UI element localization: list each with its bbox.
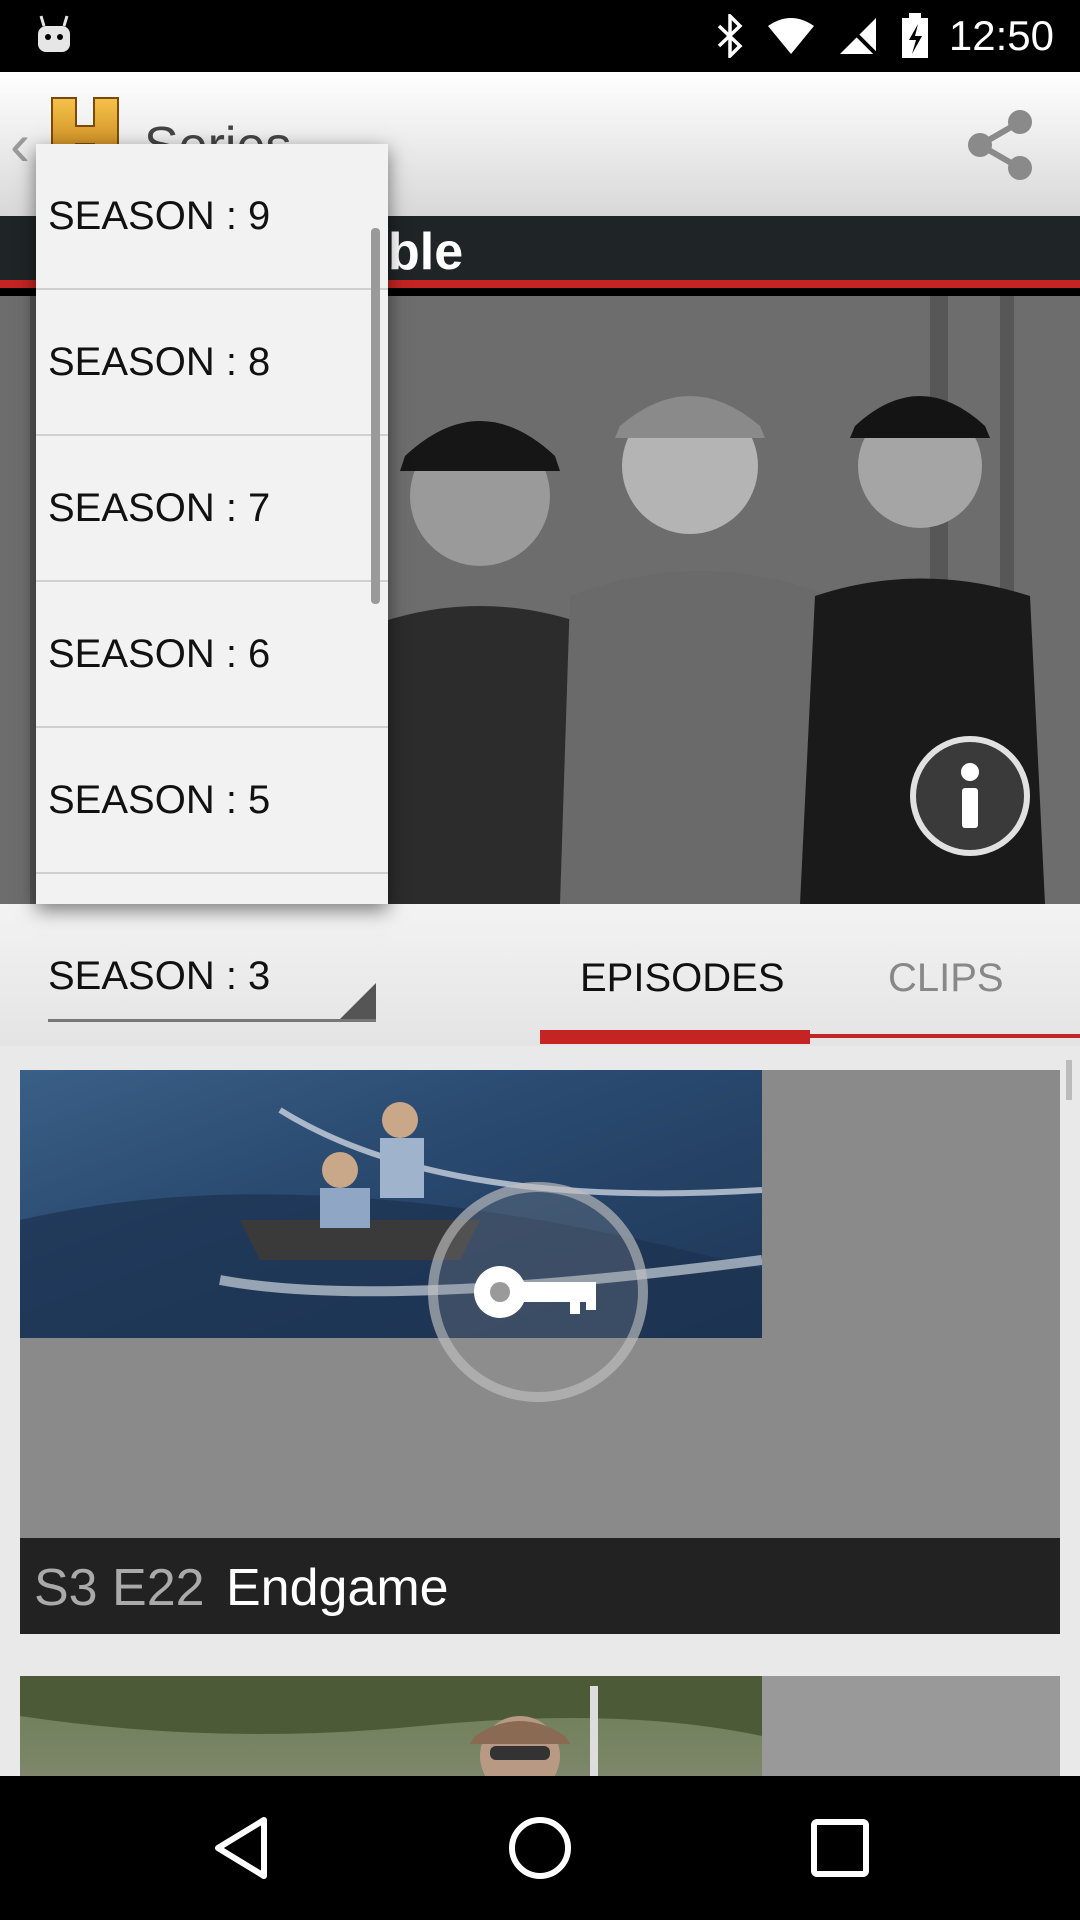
- season-dropdown[interactable]: SEASON : 9 SEASON : 8 SEASON : 7 SEASON …: [36, 144, 388, 904]
- tab-clips[interactable]: CLIPS: [888, 956, 1004, 1001]
- season-option-label: SEASON : 6: [48, 632, 271, 676]
- status-bar: 12:50: [0, 0, 1080, 72]
- show-title: ble: [388, 223, 464, 281]
- season-spinner-value: SEASON : 3: [48, 954, 271, 998]
- season-option-label: SEASON : 8: [48, 340, 271, 384]
- season-option[interactable]: SEASON : 8: [36, 290, 388, 436]
- system-nav-bar: [0, 1776, 1080, 1920]
- season-option[interactable]: SEASON : 5: [36, 728, 388, 874]
- episode-card[interactable]: [20, 1676, 1060, 1776]
- episode-caption: S3 E22 Endgame: [20, 1538, 1060, 1634]
- home-icon[interactable]: [504, 1812, 576, 1884]
- locked-overlay: [428, 1182, 648, 1402]
- episode-list[interactable]: S3 E22 Endgame: [0, 1046, 1080, 1776]
- battery-charging-icon: [902, 13, 928, 58]
- season-option-label: SEASON : 9: [48, 194, 271, 238]
- spinner-arrow-icon: [340, 983, 376, 1019]
- list-scrollbar[interactable]: [1066, 1060, 1072, 1100]
- season-spinner[interactable]: SEASON : 3: [48, 950, 376, 1022]
- share-icon[interactable]: [962, 106, 1040, 184]
- info-icon: [961, 763, 979, 828]
- wifi-icon: [768, 18, 814, 54]
- season-option-label: SEASON : 7: [48, 486, 271, 530]
- bluetooth-icon: [717, 14, 743, 58]
- episode-code: S3 E22: [34, 1559, 205, 1617]
- season-tab-row: SEASON : 3 EPISODES CLIPS: [0, 904, 1080, 1046]
- dropdown-scrollbar[interactable]: [371, 228, 380, 604]
- recents-icon[interactable]: [804, 1812, 876, 1884]
- episode-title: Endgame: [226, 1559, 449, 1617]
- status-time: 12:50: [948, 12, 1054, 59]
- no-sim-icon: [840, 18, 878, 56]
- info-button[interactable]: [910, 736, 1030, 856]
- back-chevron-icon[interactable]: ‹: [10, 110, 30, 179]
- back-icon[interactable]: [206, 1812, 278, 1884]
- tab-active-indicator: [540, 1030, 810, 1044]
- season-option[interactable]: SEASON : 7: [36, 436, 388, 582]
- key-icon: [474, 1266, 596, 1318]
- android-debug-icon: [38, 15, 70, 52]
- season-option[interactable]: SEASON : 6: [36, 582, 388, 728]
- episode-card[interactable]: S3 E22 Endgame: [20, 1070, 1060, 1634]
- season-option[interactable]: SEASON : 9: [36, 144, 388, 290]
- episode-thumbnail: [20, 1676, 762, 1776]
- season-option-label: SEASON : 5: [48, 778, 271, 822]
- episode-thumbnail: [20, 1070, 762, 1338]
- tab-episodes[interactable]: EPISODES: [580, 956, 785, 1001]
